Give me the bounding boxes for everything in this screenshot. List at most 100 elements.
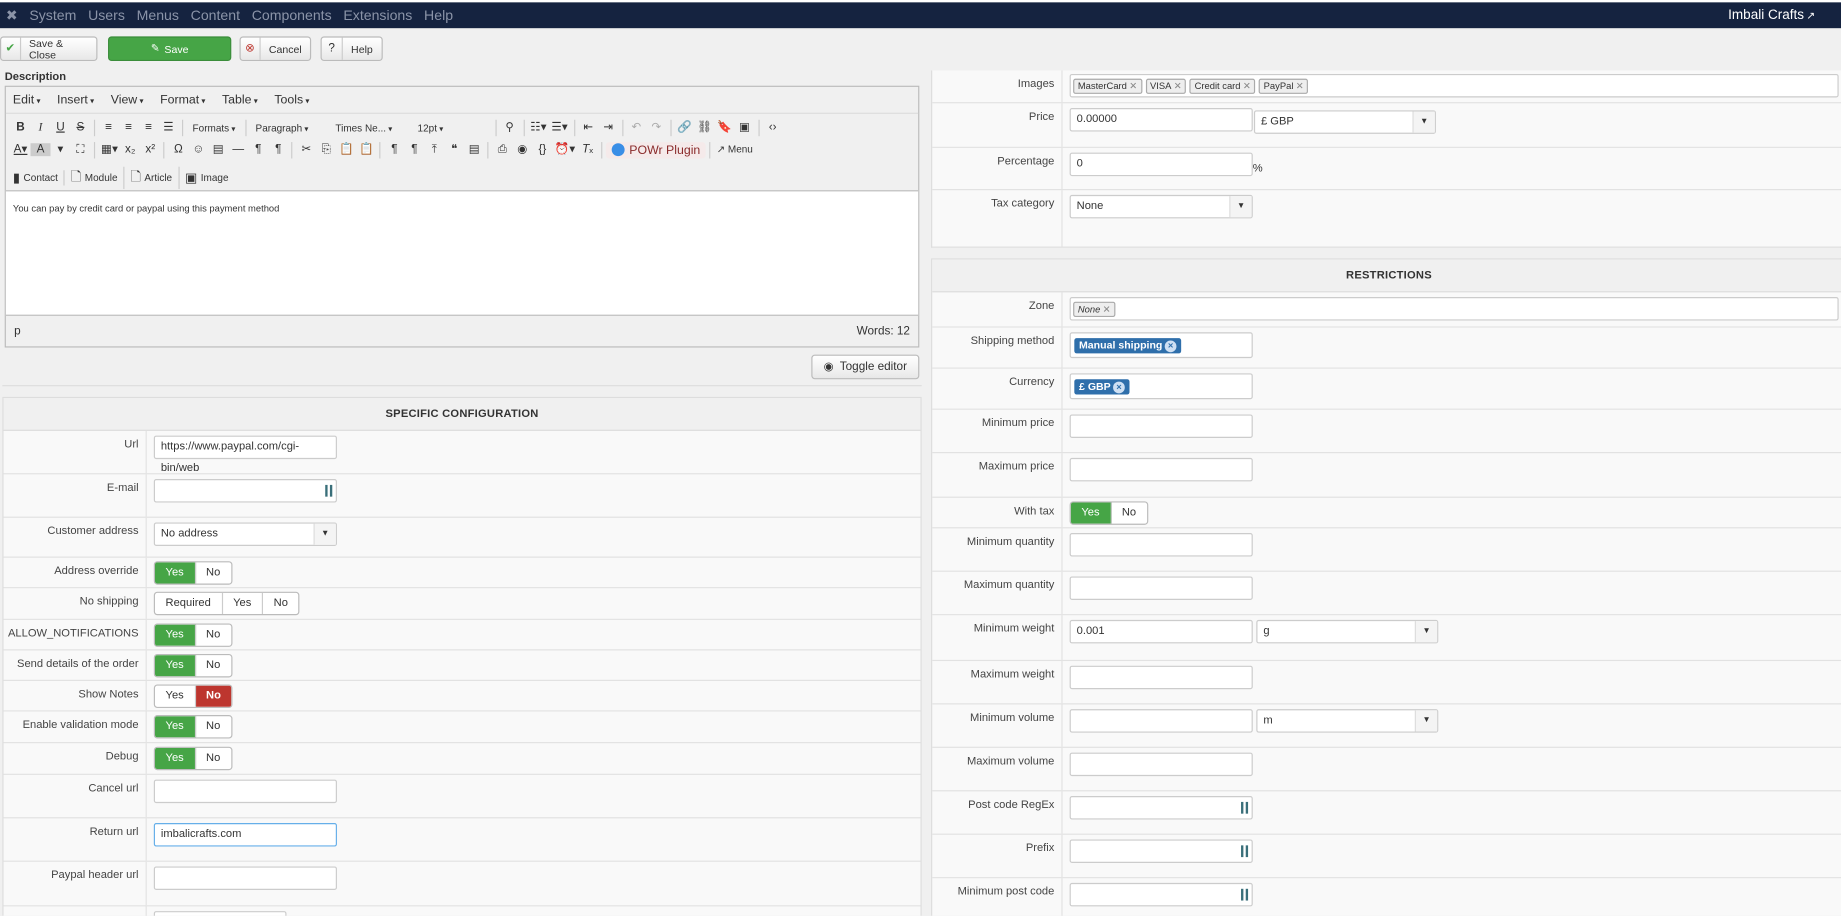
visual-chars-icon[interactable]: ¶ (384, 143, 404, 156)
price-currency-select[interactable]: £ GBP ▼ (1253, 110, 1436, 134)
rtl-icon[interactable]: ¶ (268, 143, 288, 156)
weight-unit-select[interactable]: g ▼ (1256, 619, 1439, 644)
shipping-method-multiselect[interactable]: Manual shipping × (1069, 332, 1253, 359)
table-icon[interactable]: ▦▾ (99, 143, 121, 156)
visual-blocks-icon[interactable]: ¶ (404, 143, 424, 156)
menu-menus[interactable]: Menus (137, 7, 179, 23)
no-option[interactable]: No (195, 716, 230, 737)
editor-menu-format[interactable]: Format (160, 93, 205, 107)
save-close-button[interactable]: ✔ Save & Close (0, 36, 98, 62)
datetime-icon[interactable]: ⏰▾ (552, 143, 577, 156)
editor-content-area[interactable]: You can pay by credit card or paypal usi… (5, 190, 919, 316)
upload-icon[interactable]: ⤒ (424, 143, 444, 156)
editor-menu-tools[interactable]: Tools (274, 93, 309, 107)
percentage-input[interactable]: 0 (1069, 152, 1253, 177)
blockquote-icon[interactable]: ❝ (444, 143, 464, 156)
outdent-icon[interactable]: ⇤ (578, 121, 598, 134)
max-price-input[interactable] (1069, 457, 1253, 482)
no-option[interactable]: No (195, 562, 230, 583)
anchor-icon[interactable]: 🔖 (715, 121, 735, 134)
unlink-icon[interactable]: ⛓ (695, 121, 715, 134)
tax-category-select[interactable]: None ▼ (1069, 194, 1253, 219)
max-volume-input[interactable] (1069, 752, 1253, 777)
partial-input[interactable] (153, 911, 287, 916)
min-qty-input[interactable] (1069, 533, 1253, 557)
paragraph-dropdown[interactable]: Paragraph (250, 122, 330, 134)
element-path[interactable]: p (14, 325, 21, 338)
customer-address-select[interactable]: No address ▼ (153, 522, 337, 546)
menu-help[interactable]: Help (424, 7, 453, 23)
text-color-icon[interactable]: A▾ (11, 143, 31, 156)
remove-circle-icon[interactable]: × (1164, 339, 1177, 352)
background-color-icon[interactable]: A (30, 143, 51, 157)
no-option[interactable]: No (1111, 503, 1146, 524)
clear-format-icon[interactable]: Tₓ (578, 143, 598, 156)
emoticons-icon[interactable]: ☺ (188, 143, 208, 156)
underline-icon[interactable]: U (50, 121, 70, 134)
min-postcode-input[interactable] (1069, 882, 1253, 907)
zone-multiselect[interactable]: None ✕ (1069, 297, 1839, 321)
yes-option[interactable]: Yes (154, 716, 196, 738)
menu-button[interactable]: ↗ Menu (714, 143, 755, 156)
cut-icon[interactable]: ✂ (296, 143, 316, 156)
min-weight-input[interactable]: 0.001 (1069, 619, 1253, 644)
redo-icon[interactable]: ↷ (646, 121, 666, 134)
min-price-input[interactable] (1069, 414, 1253, 438)
price-input[interactable]: 0.00000 (1069, 108, 1253, 132)
yes-option[interactable]: Yes (154, 655, 196, 677)
special-char-icon[interactable]: Ω (168, 143, 188, 156)
images-multiselect[interactable]: MasterCard ✕ VISA ✕ Credit card ✕ PayPal ✕ (1069, 73, 1839, 98)
bullet-list-icon[interactable]: ☷▾ (528, 121, 549, 134)
strikethrough-icon[interactable]: S (70, 121, 90, 134)
editor-menu-edit[interactable]: Edit (13, 93, 41, 107)
yes-option[interactable]: Yes (154, 624, 196, 646)
align-right-icon[interactable]: ≡ (139, 121, 159, 134)
preview-icon[interactable]: ◉ (512, 143, 532, 156)
header-url-input[interactable] (153, 866, 337, 890)
source-code-icon[interactable]: {} (532, 143, 552, 156)
editor-menu-view[interactable]: View (111, 93, 144, 107)
site-link[interactable]: Imbali Crafts ↗ (1728, 8, 1815, 22)
align-center-icon[interactable]: ≡ (119, 121, 139, 134)
yes-option[interactable]: Yes (223, 592, 264, 615)
remove-icon[interactable]: ✕ (1129, 80, 1137, 91)
align-justify-icon[interactable]: ☰ (159, 121, 179, 134)
joomla-logo-icon[interactable]: ✖ (0, 7, 23, 23)
numbered-list-icon[interactable]: ☰▾ (549, 121, 570, 134)
no-option[interactable]: No (195, 625, 230, 646)
insert-image-button[interactable]: ▣ Image (185, 170, 234, 185)
url-input[interactable]: https://www.paypal.com/cgi-bin/web (153, 435, 337, 474)
max-qty-input[interactable] (1069, 576, 1253, 600)
powr-plugin-button[interactable]: POWr Plugin (605, 141, 707, 158)
subscript-icon[interactable]: x₂ (120, 143, 140, 156)
yes-option[interactable]: Yes (154, 562, 196, 584)
editor-menu-insert[interactable]: Insert (57, 93, 94, 107)
currency-multiselect[interactable]: £ GBP × (1069, 373, 1253, 400)
postcode-regex-input[interactable] (1069, 796, 1253, 820)
yes-option[interactable]: Yes (154, 747, 196, 770)
no-option[interactable]: No (195, 748, 230, 769)
indent-icon[interactable]: ⇥ (598, 121, 618, 134)
remove-icon[interactable]: ✕ (1103, 304, 1111, 315)
volume-unit-select[interactable]: m ▼ (1256, 709, 1439, 733)
cancel-button[interactable]: ⊗ Cancel (239, 36, 312, 62)
email-input[interactable] (153, 479, 337, 503)
menu-components[interactable]: Components (252, 7, 332, 23)
insert-contact-button[interactable]: ▮ Contact (13, 169, 65, 185)
remove-circle-icon[interactable]: × (1113, 380, 1125, 393)
max-weight-input[interactable] (1069, 665, 1253, 690)
save-button[interactable]: ✎ Save (108, 36, 232, 62)
menu-system[interactable]: System (29, 7, 76, 23)
yes-option[interactable]: Yes (155, 685, 196, 707)
align-left-icon[interactable]: ≡ (99, 121, 119, 134)
link-icon[interactable]: 🔗 (675, 121, 695, 134)
insert-article-button[interactable]: 🗋 Article (130, 166, 180, 189)
ltr-icon[interactable]: ¶ (248, 143, 268, 156)
superscript-icon[interactable]: x² (140, 143, 160, 156)
print-icon[interactable]: ⎙ (493, 143, 513, 156)
bold-icon[interactable]: B (11, 121, 31, 134)
min-volume-input[interactable] (1069, 709, 1253, 733)
insert-module-button[interactable]: 🗋 Module (71, 166, 125, 189)
menu-content[interactable]: Content (191, 7, 240, 23)
copy-icon[interactable]: ⎘ (316, 143, 336, 156)
